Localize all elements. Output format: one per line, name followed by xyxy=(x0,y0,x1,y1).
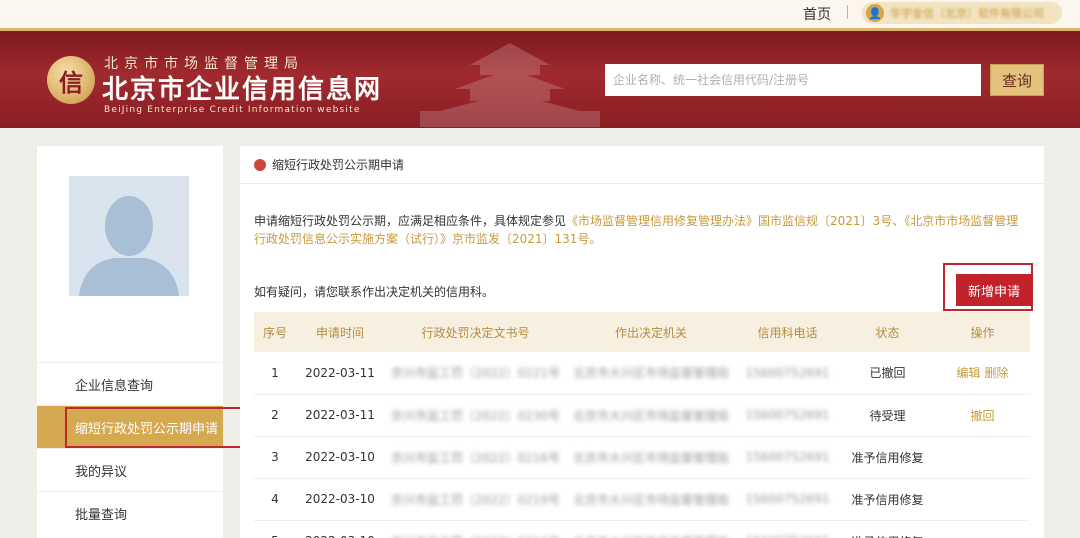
intro-text: 申请缩短行政处罚公示期，应满足相应条件，具体规定参见《市场监督管理信用修复管理办… xyxy=(254,212,1030,248)
divider xyxy=(847,5,848,19)
decision-agency: 北京市大兴区市场监督管理局 xyxy=(567,436,735,479)
table-row: 1 2022-03-11 京兴市监工罚〔2022〕0221号 北京市大兴区市场监督管理… xyxy=(254,352,1030,395)
decision-agency: 北京市大兴区市场监督管理局 xyxy=(567,394,735,437)
status-text: 准予信用修复 xyxy=(840,520,935,538)
contact-note: 如有疑问，请您联系作出决定机关的信用科。 xyxy=(254,285,495,299)
row-actions: 撤回 xyxy=(935,394,1030,437)
top-bar: 首页 👤 华宇金信（北京）软件有限公司 xyxy=(0,0,1080,28)
section-marker-icon xyxy=(254,158,266,171)
sidebar-item-shorten-penalty[interactable]: 缩短行政处罚公示期申请 xyxy=(37,405,249,448)
main-panel: 缩短行政处罚公示期申请 申请缩短行政处罚公示期，应满足相应条件，具体规定参见《市… xyxy=(240,146,1044,538)
company-name: 华宇金信（北京）软件有限公司 xyxy=(890,7,1044,20)
row-number: 1 xyxy=(254,352,296,395)
col-header: 行政处罚决定文书号 xyxy=(384,312,567,352)
decision-doc-number: 京兴市监工罚〔2022〕0230号 xyxy=(384,394,567,437)
avatar-placeholder-icon xyxy=(69,176,189,296)
row-action-link[interactable]: 撤回 xyxy=(970,409,994,423)
user-icon: 👤 xyxy=(866,4,884,22)
col-header: 申请时间 xyxy=(296,312,384,352)
status-text: 待受理 xyxy=(840,394,935,437)
table-row: 2 2022-03-11 京兴市监工罚〔2022〕0230号 北京市大兴区市场监督管理… xyxy=(254,394,1030,437)
site-logo: 信 xyxy=(47,56,95,104)
sidebar-item-label: 批量查询 xyxy=(75,507,128,523)
table-row: 4 2022-03-10 京兴市监工罚〔2022〕0219号 北京市大兴区市场监督管理… xyxy=(254,478,1030,521)
search-input[interactable] xyxy=(605,64,981,96)
table-row: 52022-03-10京兴市监工罚〔2022〕0213号北京市大兴区市场监督管理… xyxy=(254,520,1030,538)
decision-doc-number: 京兴市监工罚〔2022〕0213号 xyxy=(384,520,567,538)
table-header-row: 序号 申请时间 行政处罚决定文书号 作出决定机关 信用科电话 状态 操作 xyxy=(254,312,1030,352)
search-button[interactable]: 查询 xyxy=(990,64,1044,96)
sidebar-item-label: 企业信息查询 xyxy=(75,378,154,394)
site-title: 北京市企业信用信息网 xyxy=(102,75,383,105)
home-link[interactable]: 首页 xyxy=(803,4,831,24)
decision-doc-number: 京兴市监工罚〔2022〕0221号 xyxy=(384,352,567,395)
status-text: 准予信用修复 xyxy=(840,478,935,521)
col-header: 作出决定机关 xyxy=(567,312,735,352)
decision-agency: 北京市大兴区市场监督管理局 xyxy=(567,520,735,538)
row-number: 3 xyxy=(254,436,296,479)
row-action-link[interactable]: 编辑 xyxy=(956,366,980,380)
col-header: 序号 xyxy=(254,312,296,352)
apply-date: 2022-03-11 xyxy=(296,352,384,395)
intro-text-plain: 申请缩短行政处罚公示期，应满足相应条件，具体规定参见 xyxy=(254,214,567,228)
sidebar-item-batch-query[interactable]: 批量查询 xyxy=(37,491,223,534)
site-banner: 信 北京市市场监督管理局 北京市企业信用信息网 BeiJing Enterpri… xyxy=(0,28,1080,128)
table-row: 3 2022-03-10 京兴市监工罚〔2022〕0216号 北京市大兴区市场监督管理… xyxy=(254,436,1030,479)
decision-agency: 北京市大兴区市场监督管理局 xyxy=(567,478,735,521)
panel-header: 缩短行政处罚公示期申请 xyxy=(240,146,1044,184)
sidebar-item-label: 我的异议 xyxy=(75,464,128,480)
avatar xyxy=(69,176,189,296)
row-number: 5 xyxy=(254,520,296,538)
col-header: 操作 xyxy=(935,312,1030,352)
col-header: 信用科电话 xyxy=(735,312,840,352)
account-chip[interactable]: 👤 华宇金信（北京）软件有限公司 xyxy=(862,2,1062,24)
decision-agency: 北京市大兴区市场监督管理局 xyxy=(567,352,735,395)
sidebar-item-label: 缩短行政处罚公示期申请 xyxy=(75,421,219,437)
row-number: 4 xyxy=(254,478,296,521)
apply-date: 2022-03-10 xyxy=(296,478,384,521)
sidebar-item-my-objection[interactable]: 我的异议 xyxy=(37,448,223,491)
row-actions: 编辑 删除 xyxy=(935,352,1030,395)
status-text: 准予信用修复 xyxy=(840,436,935,479)
credit-dept-phone: 15600752691 xyxy=(735,436,840,479)
sidebar: 企业信息查询 缩短行政处罚公示期申请 我的异议 批量查询 xyxy=(37,146,249,538)
credit-dept-phone: 15600752691 xyxy=(735,352,840,395)
sidebar-item-company-search[interactable]: 企业信息查询 xyxy=(37,362,223,405)
col-header: 状态 xyxy=(840,312,935,352)
row-actions xyxy=(935,436,1030,479)
credit-dept-phone: 15600752691 xyxy=(735,478,840,521)
temple-of-heaven-icon xyxy=(420,43,600,127)
decision-doc-number: 京兴市监工罚〔2022〕0216号 xyxy=(384,436,567,479)
status-text: 已撤回 xyxy=(840,352,935,395)
row-actions xyxy=(935,478,1030,521)
apply-date: 2022-03-11 xyxy=(296,394,384,437)
row-action-link[interactable]: 删除 xyxy=(985,366,1009,380)
new-application-button[interactable]: 新增申请 xyxy=(956,274,1032,306)
credit-dept-phone: 15600752691 xyxy=(735,520,840,538)
apply-date: 2022-03-10 xyxy=(296,436,384,479)
decision-doc-number: 京兴市监工罚〔2022〕0219号 xyxy=(384,478,567,521)
row-actions xyxy=(935,520,1030,538)
credit-dept-phone: 15600752691 xyxy=(735,394,840,437)
sidebar-menu: 企业信息查询 缩短行政处罚公示期申请 我的异议 批量查询 xyxy=(37,362,249,534)
row-number: 2 xyxy=(254,394,296,437)
application-table: 序号 申请时间 行政处罚决定文书号 作出决定机关 信用科电话 状态 操作 1 20… xyxy=(254,312,1030,538)
panel-title: 缩短行政处罚公示期申请 xyxy=(272,158,405,172)
apply-date: 2022-03-10 xyxy=(296,520,384,538)
site-title-en: BeiJing Enterprise Credit Information we… xyxy=(104,105,361,115)
